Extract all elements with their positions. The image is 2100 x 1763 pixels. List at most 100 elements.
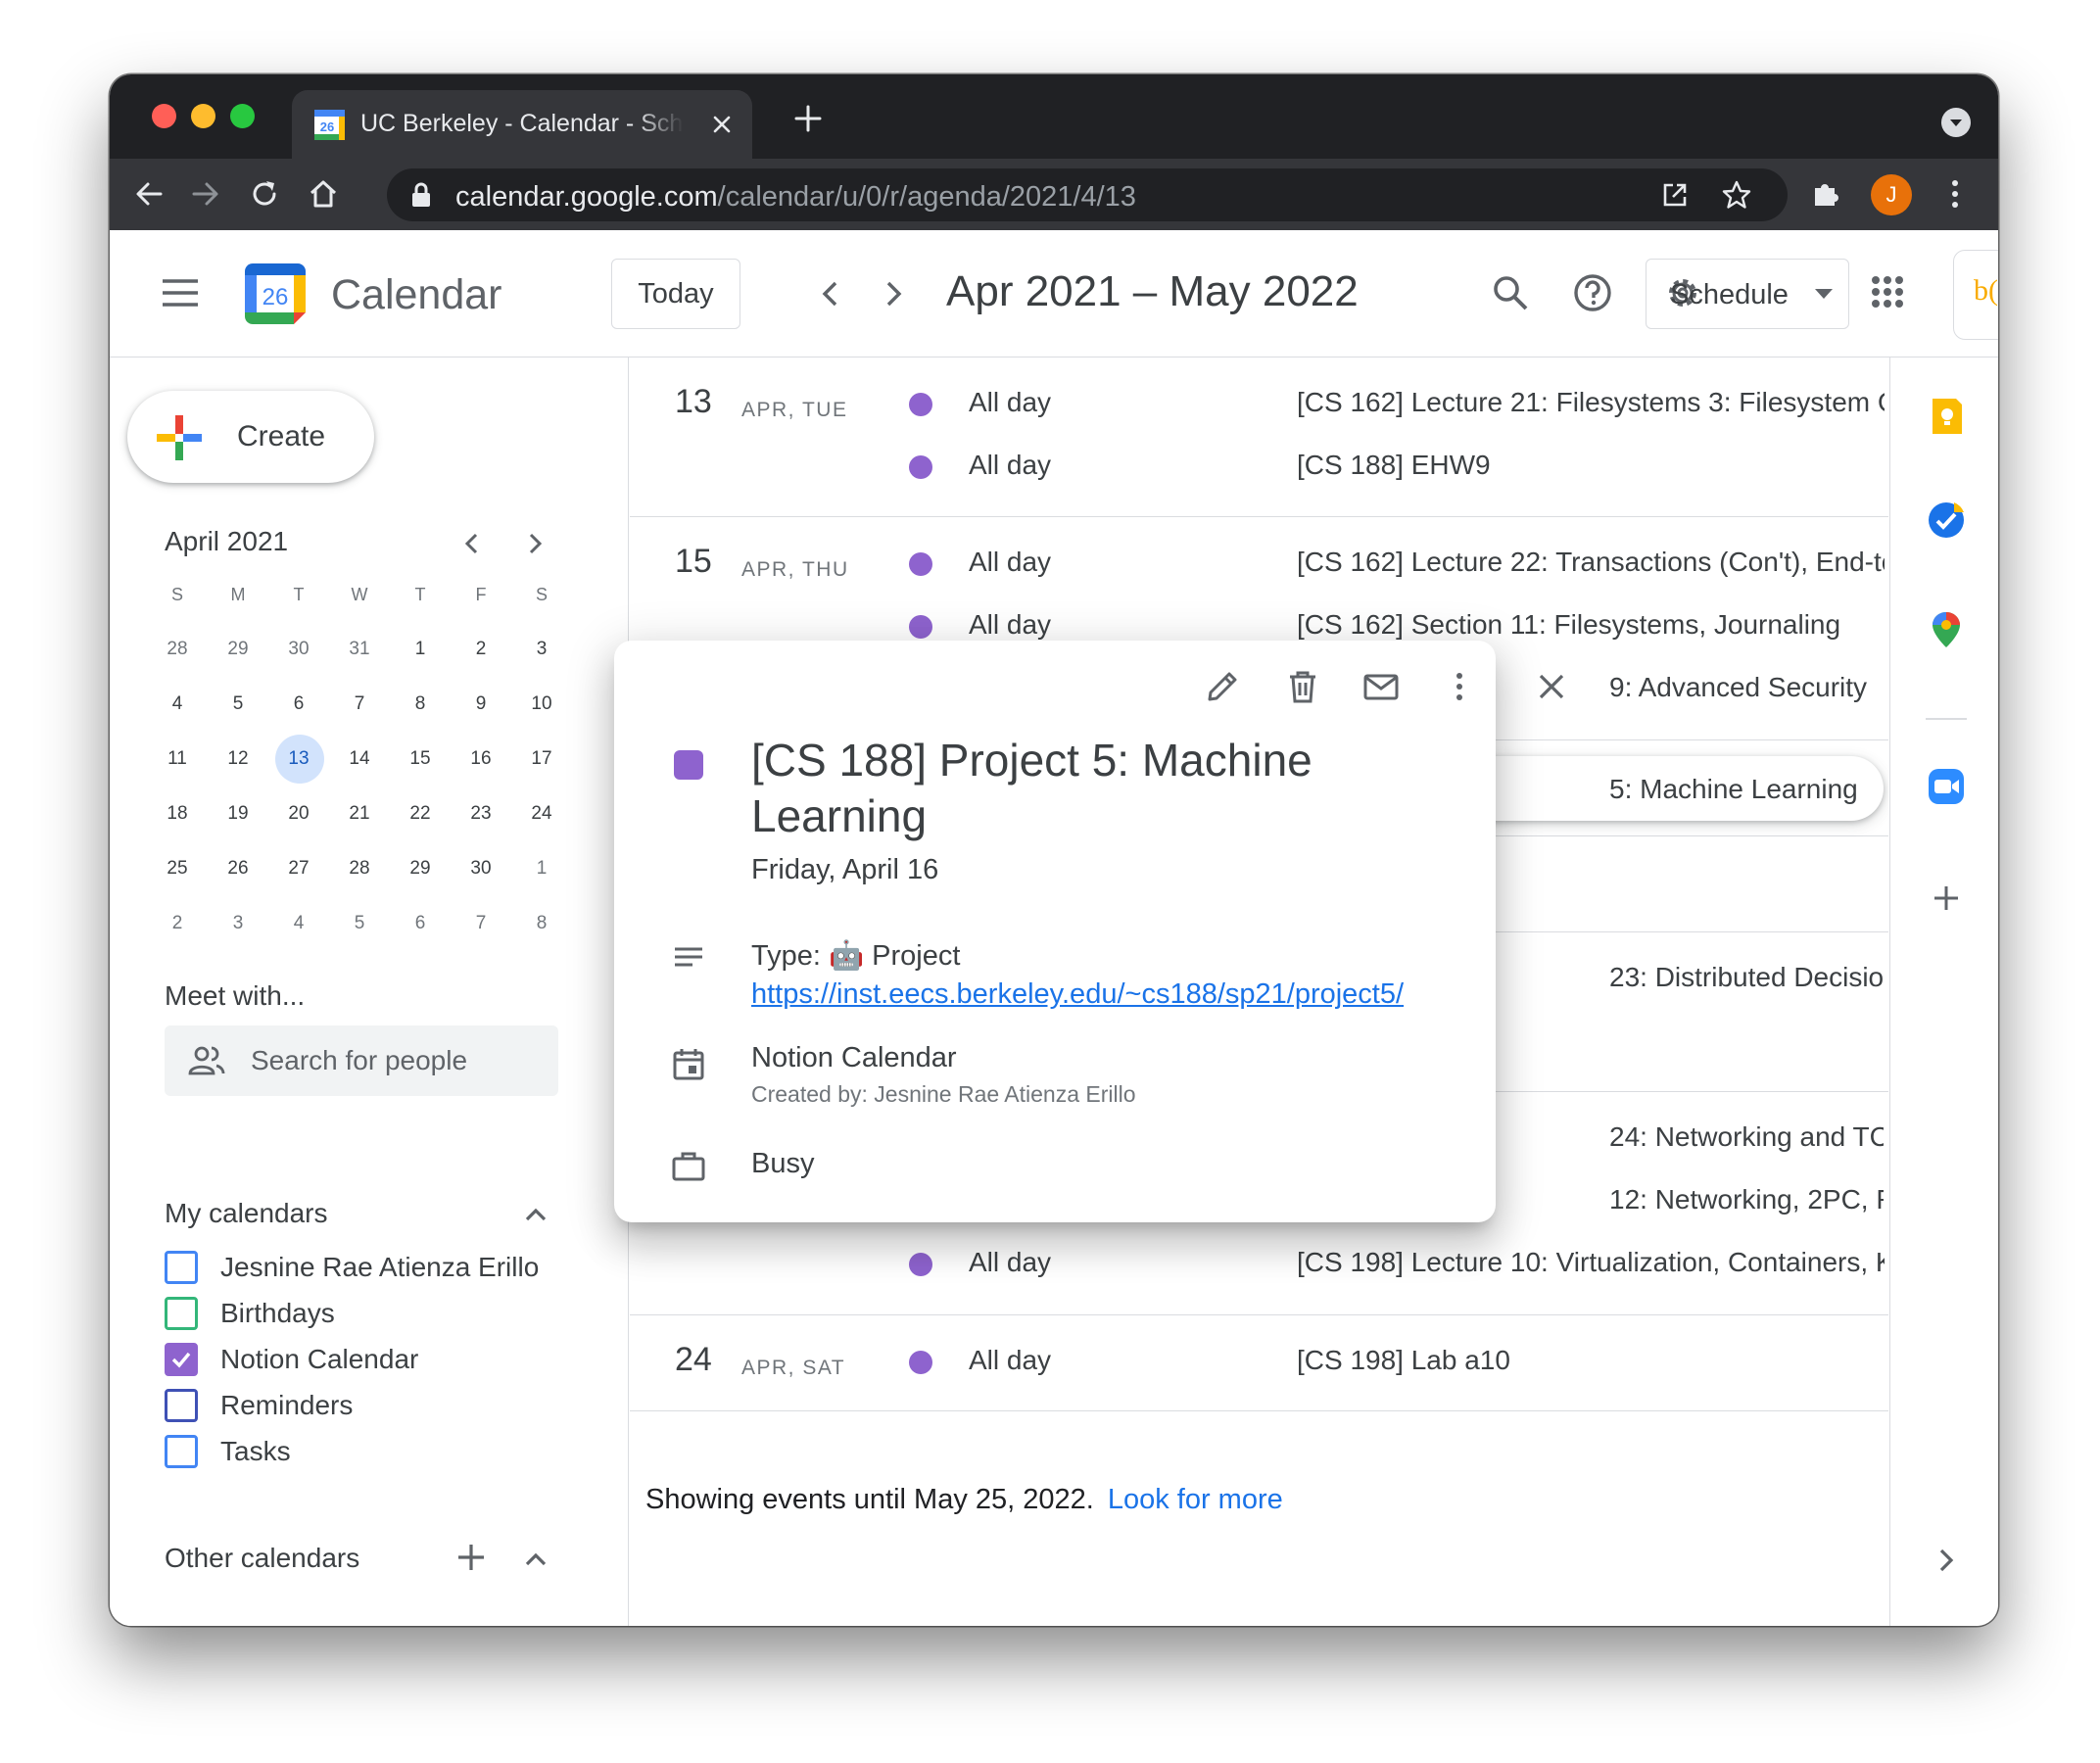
home-icon[interactable] (306, 176, 341, 212)
maximize-window-button[interactable] (230, 104, 255, 128)
mini-calendar-day[interactable]: 28 (329, 846, 390, 891)
next-period-icon[interactable] (874, 274, 913, 313)
calendar-logo-icon[interactable]: 26 (243, 262, 308, 326)
create-button[interactable]: Create (127, 391, 374, 483)
mini-calendar-day[interactable]: 14 (329, 737, 390, 782)
mini-calendar-day[interactable]: 29 (390, 846, 451, 891)
mini-calendar-day[interactable]: 5 (329, 901, 390, 946)
chevron-up-icon[interactable] (521, 1545, 550, 1574)
mini-calendar-day[interactable]: 4 (147, 682, 208, 727)
search-icon[interactable] (1491, 273, 1530, 312)
mini-calendar-day[interactable]: 4 (268, 901, 329, 946)
today-button[interactable]: Today (611, 259, 740, 329)
agenda-event[interactable]: All day [CS 198] Lab a10 (630, 1329, 1888, 1392)
agenda-event[interactable]: All day [CS 162] Lecture 21: Filesystems… (630, 371, 1888, 434)
look-for-more-link[interactable]: Look for more (1108, 1484, 1283, 1515)
help-icon[interactable] (1573, 273, 1612, 312)
mini-calendar-day[interactable]: 9 (451, 682, 511, 727)
tasks-icon[interactable] (1927, 500, 1966, 540)
mini-calendar-day[interactable]: 21 (329, 791, 390, 836)
bookmark-star-icon[interactable] (1721, 179, 1752, 211)
mini-calendar-day[interactable]: 15 (390, 737, 451, 782)
mini-calendar-next-icon[interactable] (521, 530, 549, 557)
new-tab-icon[interactable] (793, 104, 823, 133)
agenda-event[interactable]: All day [CS 188] EHW9 (630, 434, 1888, 497)
add-addon-plus-icon[interactable] (1927, 879, 1966, 918)
email-envelope-icon[interactable] (1362, 668, 1400, 705)
close-window-button[interactable] (152, 104, 176, 128)
previous-period-icon[interactable] (811, 274, 850, 313)
edit-pencil-icon[interactable] (1204, 668, 1241, 705)
mini-calendar-day[interactable]: 28 (147, 627, 208, 672)
mini-calendar-day[interactable]: 1 (511, 846, 572, 891)
calendar-checkbox[interactable] (165, 1297, 198, 1330)
google-apps-grid-icon[interactable] (1871, 275, 1904, 309)
mini-calendar-day[interactable]: 2 (451, 627, 511, 672)
expand-panel-chevron-icon[interactable] (1927, 1541, 1966, 1580)
close-tab-icon[interactable] (709, 112, 735, 137)
extensions-puzzle-icon[interactable] (1809, 176, 1844, 212)
mini-calendar-day[interactable]: 12 (208, 737, 268, 782)
event-link[interactable]: https://inst.eecs.berkeley.edu/~cs188/sp… (751, 978, 1404, 1011)
mini-calendar-day[interactable]: 30 (268, 627, 329, 672)
calendar-checkbox[interactable] (165, 1343, 198, 1376)
mini-calendar-day[interactable]: 6 (390, 901, 451, 946)
browser-tab-calendar[interactable]: 26 UC Berkeley - Calendar - Schedule (292, 90, 752, 161)
mini-calendar-day[interactable]: 30 (451, 846, 511, 891)
mini-calendar-day[interactable]: 10 (511, 682, 572, 727)
more-options-icon[interactable] (1441, 668, 1478, 705)
mini-calendar-day[interactable]: 11 (147, 737, 208, 782)
mini-calendar-day[interactable]: 2 (147, 901, 208, 946)
view-switcher-dropdown[interactable]: Schedule (1646, 259, 1849, 329)
mini-calendar-day[interactable]: 19 (208, 791, 268, 836)
maps-pin-icon[interactable] (1927, 610, 1966, 649)
mini-calendar-day[interactable]: 3 (208, 901, 268, 946)
mini-calendar-day[interactable]: 8 (511, 901, 572, 946)
mini-calendar-day[interactable]: 24 (511, 791, 572, 836)
other-calendars-title[interactable]: Other calendars (165, 1543, 359, 1574)
mini-calendar-day[interactable]: 7 (329, 682, 390, 727)
close-icon[interactable] (1533, 668, 1570, 705)
mini-calendar-day[interactable]: 25 (147, 846, 208, 891)
mini-calendar-day[interactable]: 6 (268, 682, 329, 727)
mini-calendar-day[interactable]: 18 (147, 791, 208, 836)
mini-calendar-day[interactable]: 26 (208, 846, 268, 891)
calendar-checkbox[interactable] (165, 1389, 198, 1422)
calendar-checkbox[interactable] (165, 1251, 198, 1284)
reload-icon[interactable] (247, 176, 282, 212)
open-in-app-icon[interactable] (1660, 180, 1690, 210)
mini-calendar-day[interactable]: 1 (390, 627, 451, 672)
mini-calendar-prev-icon[interactable] (458, 530, 486, 557)
keep-icon[interactable] (1927, 397, 1966, 436)
mini-calendar-day[interactable]: 17 (511, 737, 572, 782)
mini-calendar-day[interactable]: 23 (451, 791, 511, 836)
mini-calendar-day[interactable]: 8 (390, 682, 451, 727)
search-people-input[interactable]: Search for people (165, 1025, 558, 1096)
delete-trash-icon[interactable] (1284, 668, 1321, 705)
mini-calendar-day[interactable]: 5 (208, 682, 268, 727)
main-menu-icon[interactable] (161, 277, 200, 309)
agenda-event[interactable]: All day [CS 198] Lecture 10: Virtualizat… (630, 1231, 1888, 1294)
add-calendar-plus-icon[interactable] (456, 1543, 486, 1572)
minimize-window-button[interactable] (191, 104, 215, 128)
profile-avatar[interactable]: J (1871, 174, 1912, 215)
chevron-up-icon[interactable] (521, 1200, 550, 1229)
agenda-event[interactable]: All day [CS 162] Lecture 22: Transaction… (630, 531, 1888, 594)
account-logo-button[interactable]: b( (1953, 250, 1998, 340)
mini-calendar-day[interactable]: 31 (329, 627, 390, 672)
zoom-video-icon[interactable] (1927, 767, 1966, 806)
mini-calendar-day[interactable]: 29 (208, 627, 268, 672)
mini-calendar-day[interactable]: 20 (268, 791, 329, 836)
my-calendars-title[interactable]: My calendars (165, 1198, 328, 1229)
address-bar[interactable]: calendar.google.com/calendar/u/0/r/agend… (387, 168, 1788, 221)
mini-calendar-day[interactable]: 7 (451, 901, 511, 946)
mini-calendar-day[interactable]: 13 (268, 735, 329, 784)
mini-calendar-day[interactable]: 16 (451, 737, 511, 782)
calendar-checkbox[interactable] (165, 1435, 198, 1468)
mini-calendar-day[interactable]: 27 (268, 846, 329, 891)
back-arrow-icon[interactable] (131, 176, 167, 212)
mini-calendar-day[interactable]: 3 (511, 627, 572, 672)
browser-menu-icon[interactable] (1937, 176, 1973, 212)
tab-search-button[interactable] (1941, 108, 1971, 137)
forward-arrow-icon[interactable] (188, 176, 223, 212)
